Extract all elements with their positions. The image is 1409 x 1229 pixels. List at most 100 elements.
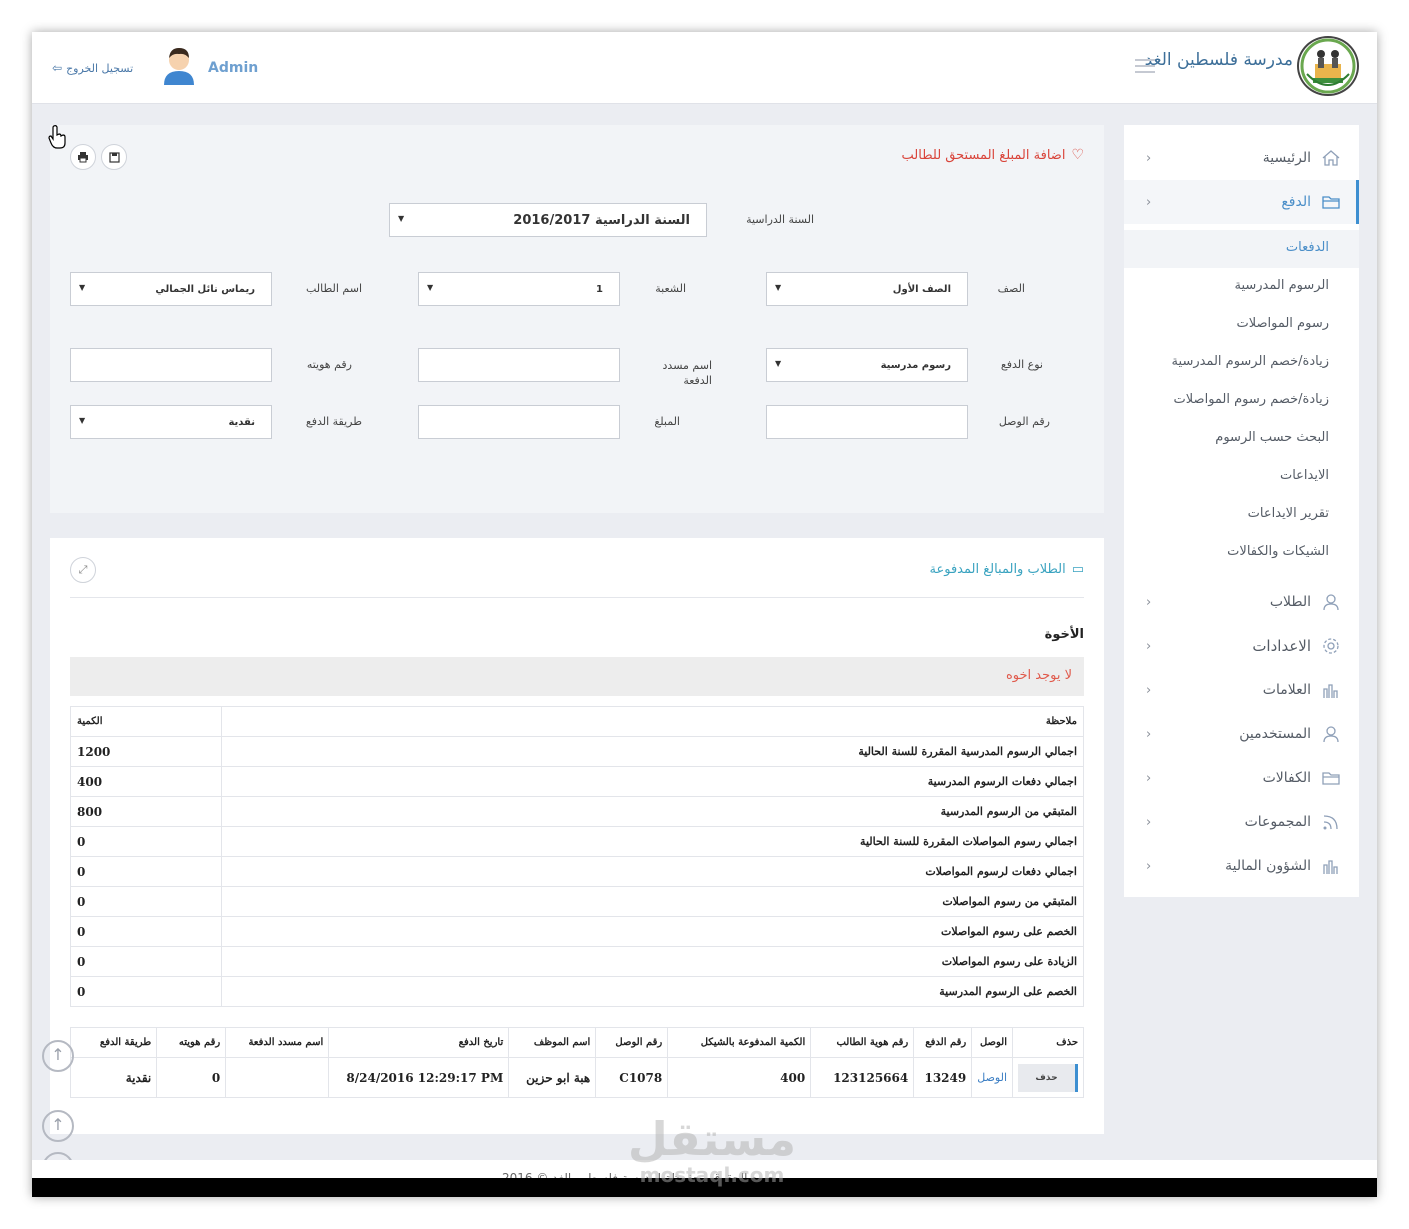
divider: [70, 597, 1084, 598]
delete-button[interactable]: حذف: [1018, 1063, 1078, 1092]
chevron-left-icon: ‹: [1146, 594, 1152, 610]
receipt-input[interactable]: [766, 405, 968, 439]
receipt-no-cell: C1078: [595, 1057, 669, 1098]
sidebar-sub-label: البحث حسب الرسوم: [1215, 430, 1329, 445]
summary-amount: 0: [70, 856, 222, 887]
expand-button[interactable]: ⤢: [70, 557, 96, 583]
logout-icon: ⇦: [52, 61, 63, 75]
sidebar-item-settings[interactable]: الاعدادات ‹: [1124, 624, 1359, 668]
paid-title-text: الطلاب والمبالغ المدفوعة: [929, 562, 1066, 577]
summary-table: ملاحظة الكمية اجمالي الرسوم المدرسية الم…: [70, 706, 1084, 1007]
summary-amount: 0: [70, 946, 222, 977]
sidebar-item-finance[interactable]: الشؤون المالية ‹: [1124, 844, 1359, 888]
heart-icon: ♡: [1071, 147, 1084, 163]
chevron-left-icon: ‹: [1146, 814, 1152, 830]
sidebar-item-grades[interactable]: العلامات ‹: [1124, 668, 1359, 712]
dropdown-arrow-icon: ▼: [79, 416, 86, 425]
sidebar-sub-search-fees[interactable]: البحث حسب الرسوم: [1124, 420, 1359, 458]
bar-chart-icon: [1323, 860, 1338, 874]
print-button[interactable]: [70, 144, 96, 170]
save-button[interactable]: [101, 144, 127, 170]
add-payment-panel: ♡ اضافة المبلغ المستحق للطالب السنة الدر…: [50, 125, 1104, 513]
sidebar-item-label: المستخدمين: [1239, 726, 1311, 742]
menu-toggle-icon[interactable]: [1135, 59, 1155, 73]
sidebar-item-sponsorships[interactable]: الكفالات ‹: [1124, 756, 1359, 800]
sidebar-item-home[interactable]: الرئيسية ‹: [1124, 136, 1359, 180]
column-header: رقم الدفع: [913, 1027, 973, 1058]
receipt-link[interactable]: الوصل: [971, 1057, 1013, 1098]
column-header: حذف: [1012, 1027, 1084, 1058]
table-row: اجمالي الرسوم المدرسية المقررة للسنة الح…: [70, 736, 1084, 767]
summary-amount: 400: [70, 766, 222, 797]
arrow-up-icon: ↑: [51, 1045, 65, 1064]
section-select[interactable]: 1 ▼: [418, 272, 620, 306]
summary-amount: 0: [70, 886, 222, 917]
sidebar-sub-transport-fee-adjust[interactable]: زيادة/خصم رسوم المواصلات: [1124, 382, 1359, 420]
sidebar-sub-deposits[interactable]: الايداعات: [1124, 458, 1359, 496]
sidebar-item-label: الكفالات: [1262, 770, 1311, 786]
top-bar: مدرسة فلسطين الغد Admin تسجيل الخروج ⇦: [32, 32, 1377, 104]
sidebar-sub-deposits-report[interactable]: تقرير الايداعات: [1124, 496, 1359, 534]
panel-title-text: اضافة المبلغ المستحق للطالب: [901, 147, 1066, 163]
pay-method-select[interactable]: نقدية ▼: [70, 405, 272, 439]
grade-select[interactable]: الصف الأول ▼: [766, 272, 968, 306]
summary-amount: 1200: [70, 736, 222, 767]
amount-input[interactable]: [418, 405, 620, 439]
summary-note: اجمالي رسوم المواصلات المقررة للسنة الحا…: [221, 826, 1084, 857]
year-select-value: السنة الدراسية 2016/2017: [513, 212, 690, 228]
sidebar-sub-payments[interactable]: الدفعات: [1124, 230, 1359, 268]
grade-label: الصف: [997, 282, 1025, 295]
print-icon: [78, 152, 88, 163]
sidebar-item-label: الدفع: [1281, 194, 1311, 210]
sidebar-sub-school-fee-adjust[interactable]: زيادة/خصم الرسوم المدرسية: [1124, 344, 1359, 382]
payer-input[interactable]: [418, 348, 620, 382]
year-select[interactable]: السنة الدراسية 2016/2017 ▼: [389, 203, 707, 237]
admin-name[interactable]: Admin: [208, 60, 258, 76]
users-icon: [1323, 726, 1339, 743]
sidebar-sub-transport-fees[interactable]: رسوم المواصلات: [1124, 306, 1359, 344]
gear-icon: [1323, 638, 1339, 654]
sidebar-item-students[interactable]: الطلاب ‹: [1124, 580, 1359, 624]
student-select[interactable]: ريماس نائل الجمالي ▼: [70, 272, 272, 306]
sidebar-sub-label: زيادة/خصم رسوم المواصلات: [1173, 392, 1329, 407]
paid-panel: ▭ الطلاب والمبالغ المدفوعة ⤢ الأخوة لا ي…: [50, 538, 1104, 1134]
sidebar-item-payment[interactable]: الدفع ‹: [1124, 180, 1359, 224]
watermark-english: mostaql.com: [639, 1163, 785, 1187]
sidebar-item-label: العلامات: [1262, 682, 1311, 698]
summary-note: اجمالي الرسوم المدرسية المقررة للسنة الح…: [221, 736, 1084, 767]
expand-icon: ⤢: [78, 563, 88, 576]
sidebar-sub-school-fees[interactable]: الرسوم المدرسية: [1124, 268, 1359, 306]
sidebar-item-label: الطلاب: [1269, 594, 1311, 610]
table-row: اجمالي رسوم المواصلات المقررة للسنة الحا…: [70, 826, 1084, 857]
payments-table: حذف الوصل رقم الدفع رقم هوية الطالب الكم…: [69, 1027, 1084, 1098]
sidebar-item-users[interactable]: المستخدمين ‹: [1124, 712, 1359, 756]
pay-type-select[interactable]: رسوم مدرسية ▼: [766, 348, 968, 382]
sidebar-sub-label: الرسوم المدرسية: [1234, 278, 1329, 293]
panel-title: ♡ اضافة المبلغ المستحق للطالب: [902, 147, 1084, 163]
payer-id-input[interactable]: [70, 348, 272, 382]
user-icon: [1323, 594, 1339, 611]
sidebar-item-groups[interactable]: المجموعات ‹: [1124, 800, 1359, 844]
student-id-cell: 123125664: [810, 1057, 915, 1098]
section-select-value: 1: [596, 283, 603, 295]
chevron-left-icon: ‹: [1146, 770, 1152, 786]
avatar[interactable]: [160, 45, 198, 85]
sidebar-item-label: الاعدادات: [1252, 637, 1311, 655]
chevron-left-icon: ‹: [1146, 150, 1152, 166]
scroll-top-button[interactable]: ↑: [42, 1110, 74, 1142]
table-row: اجمالي دفعات الرسوم المدرسية 400: [70, 766, 1084, 797]
pay-method-select-value: نقدية: [228, 416, 255, 428]
chevron-left-icon: ‹: [1146, 194, 1152, 210]
column-header: تاريخ الدفع: [328, 1027, 510, 1058]
table-row: اجمالي دفعات لرسوم المواصلات 0: [70, 856, 1084, 887]
sidebar-sub-label: الشيكات والكفالات: [1227, 544, 1329, 559]
column-header: اسم مسدد الدفعة: [225, 1027, 330, 1058]
logout-link[interactable]: تسجيل الخروج ⇦: [52, 61, 133, 75]
column-header: رقم الوصل: [595, 1027, 669, 1058]
school-name[interactable]: مدرسة فلسطين الغد: [1145, 50, 1293, 70]
sidebar-sub-checks[interactable]: الشيكات والكفالات: [1124, 534, 1359, 572]
sidebar-sub-label: زيادة/خصم الرسوم المدرسية: [1171, 354, 1329, 369]
summary-note: المتبقي من رسوم المواصلات: [221, 886, 1084, 917]
scroll-top-button[interactable]: ↑: [42, 1040, 74, 1072]
school-logo: [1297, 36, 1359, 96]
